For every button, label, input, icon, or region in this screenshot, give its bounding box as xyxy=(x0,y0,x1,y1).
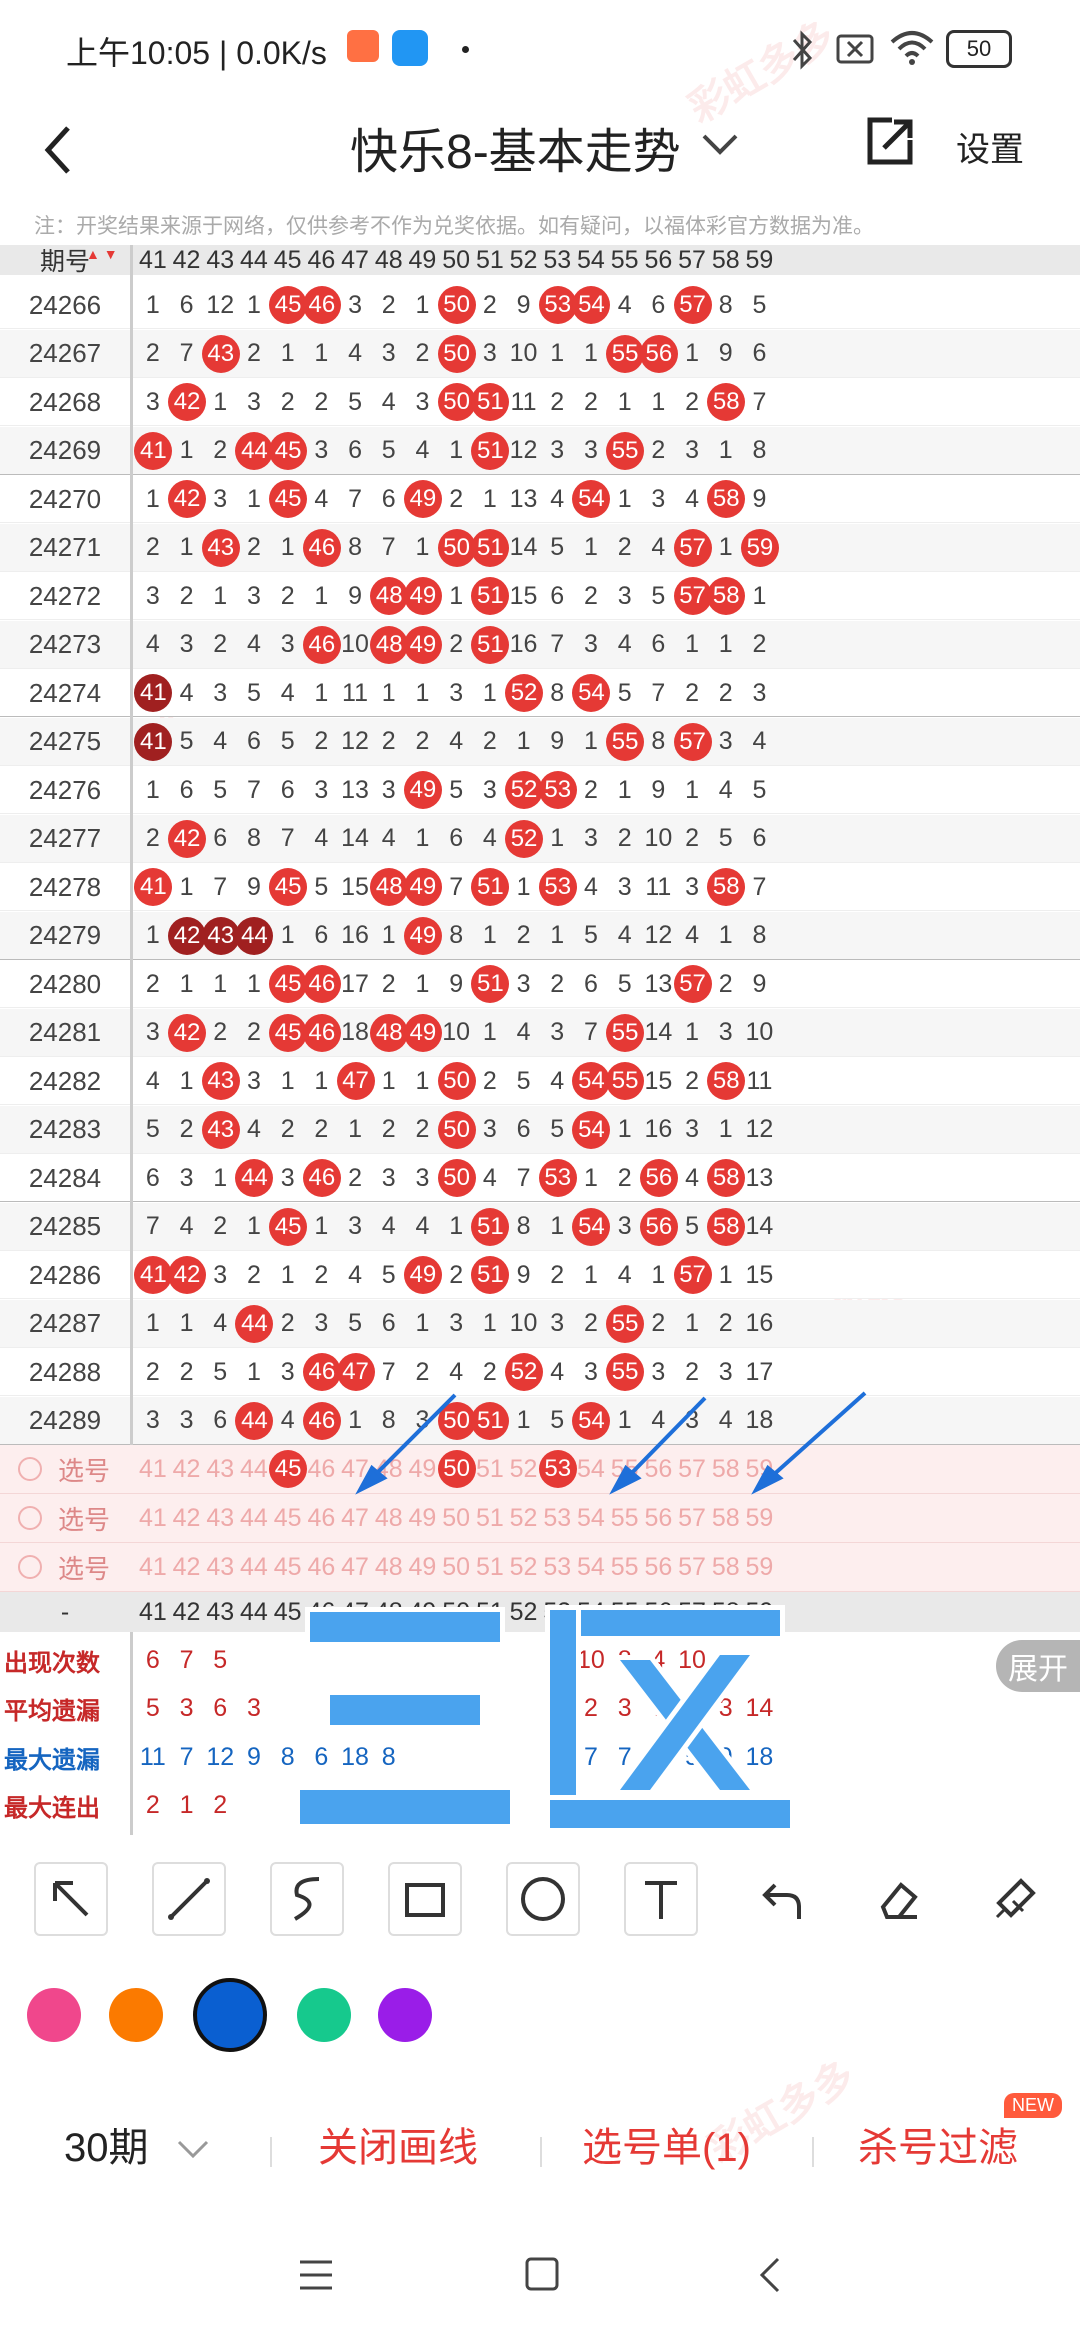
color-swatch[interactable] xyxy=(109,1988,163,2042)
bottom-action-bar: 30期 关闭画线 选号单(1) 杀号过滤 NEW xyxy=(0,2093,1080,2195)
color-swatch[interactable] xyxy=(297,1988,351,2042)
text-icon xyxy=(645,1881,677,1919)
eraser-tool-button[interactable] xyxy=(860,1862,934,1936)
close-line-button[interactable]: 关闭画线 xyxy=(318,2115,478,2173)
undo-icon xyxy=(762,1883,801,1919)
line-icon xyxy=(168,1878,210,1920)
text-tool-button[interactable] xyxy=(624,1862,698,1936)
rectangle-icon xyxy=(405,1883,445,1917)
circle-tool-button[interactable] xyxy=(506,1862,580,1936)
divider xyxy=(270,2137,272,2167)
periods-selector[interactable]: 30期 xyxy=(64,2115,210,2173)
menu-icon[interactable] xyxy=(298,2258,334,2292)
arrow-icon xyxy=(53,1881,89,1917)
arrow-tool-button[interactable] xyxy=(34,1862,108,1936)
divider xyxy=(540,2137,542,2167)
new-badge: NEW xyxy=(1004,2093,1062,2118)
clear-tool-button[interactable] xyxy=(978,1862,1052,1936)
drawing-toolbar xyxy=(0,1842,1080,1950)
undo-tool-button[interactable] xyxy=(742,1862,816,1936)
select-list-button[interactable]: 选号单(1) xyxy=(582,2115,751,2173)
curve-icon xyxy=(293,1877,320,1921)
home-icon[interactable] xyxy=(524,2256,560,2292)
circle-icon xyxy=(521,1877,565,1921)
back-icon[interactable] xyxy=(758,2256,782,2294)
color-swatch[interactable] xyxy=(27,1988,81,2042)
filter-button[interactable]: 杀号过滤 xyxy=(858,2115,1018,2173)
eraser-icon xyxy=(880,1882,918,1919)
color-swatch[interactable] xyxy=(378,1988,432,2042)
chevron-down-icon xyxy=(177,2140,208,2159)
system-navigation xyxy=(0,2240,1080,2340)
drawing-overlay xyxy=(355,1391,867,1495)
expand-button[interactable]: 展开 xyxy=(996,1640,1080,1692)
rectangle-tool-button[interactable] xyxy=(388,1862,462,1936)
curve-tool-button[interactable] xyxy=(270,1862,344,1936)
clear-icon xyxy=(995,1878,1036,1919)
line-tool-button[interactable] xyxy=(152,1862,226,1936)
annotation-drawing xyxy=(295,1605,795,1835)
color-palette xyxy=(0,1975,1080,2055)
divider xyxy=(812,2137,814,2167)
color-swatch[interactable] xyxy=(193,1978,267,2052)
